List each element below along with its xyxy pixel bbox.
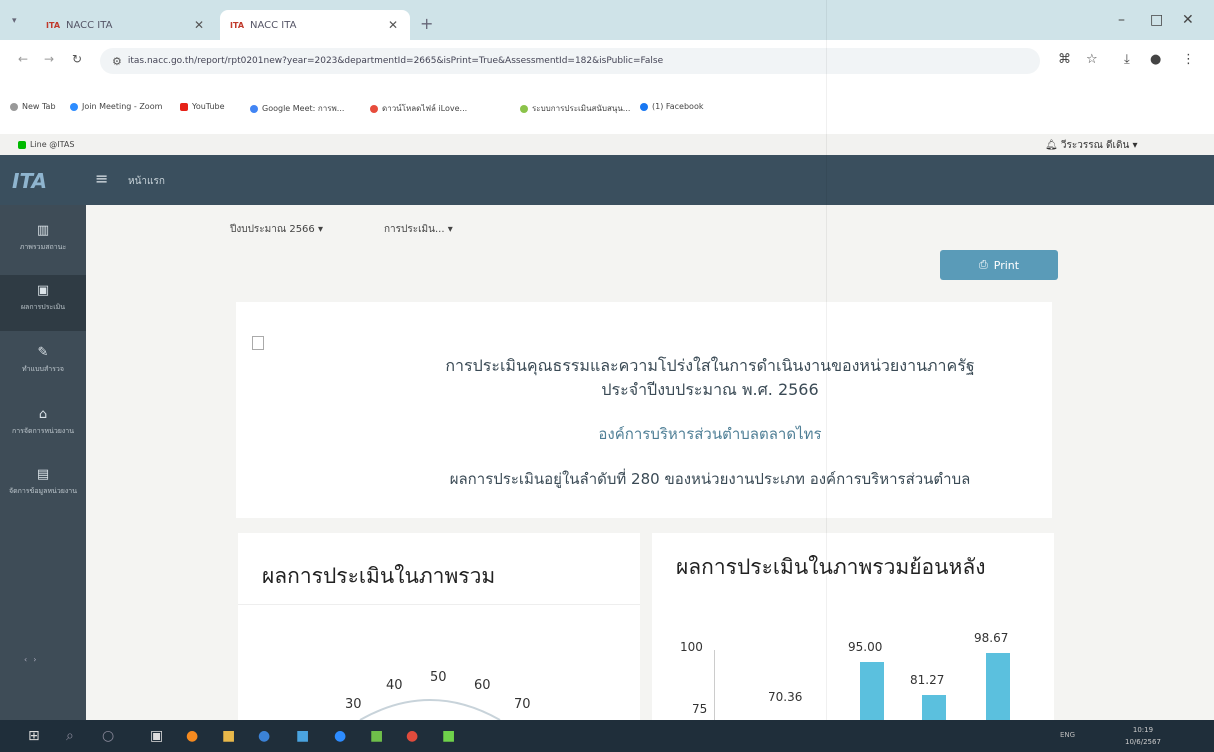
address-bar[interactable]: ⚙ itas.nacc.go.th/report/rpt0201new?year… xyxy=(100,48,1040,74)
close-window-button[interactable]: ✕ xyxy=(1182,12,1194,28)
taskbar: ⊞ ⌕ ○ ▣ ● ■ ● ■ ● ■ ● ■ ENG 10:19 10/6/2… xyxy=(0,720,1214,752)
sidebar-item-overview[interactable]: ▥ ภาพรวมสถานะ xyxy=(0,223,86,253)
chrome-icon[interactable]: ● xyxy=(406,728,418,744)
gauge-tick: 60 xyxy=(474,678,491,693)
gauge-tick: 30 xyxy=(345,697,362,712)
browser-tab-2[interactable]: ITA NACC ITA ✕ xyxy=(220,10,410,40)
line-icon[interactable]: ■ xyxy=(442,728,455,744)
browser-tab-strip: ▾ ITA NACC ITA ✕ ITA NACC ITA ✕ + – □ ✕ xyxy=(0,0,1214,40)
app-header: ITA ≡ หน้าแรก xyxy=(0,155,1214,205)
back-icon[interactable]: ← xyxy=(18,52,28,66)
search-icon[interactable]: ⌕ xyxy=(66,728,74,744)
translate-icon[interactable]: ⌘ xyxy=(1058,52,1071,67)
sidebar-item-survey[interactable]: ✎ ทำแบบสำรวจ xyxy=(0,345,86,375)
tray-language[interactable]: ENG xyxy=(1060,731,1075,739)
app-icon[interactable]: ■ xyxy=(296,728,309,744)
paper-fold xyxy=(826,0,827,720)
history-title: ผลการประเมินในภาพรวมย้อนหลัง xyxy=(676,555,986,579)
windows-start-icon[interactable]: ⊞ xyxy=(28,728,40,744)
chart-bar xyxy=(860,662,884,720)
firefox-icon[interactable]: ● xyxy=(186,728,198,744)
home-icon: ⌂ xyxy=(38,407,48,422)
sidebar-item-results[interactable]: ▣ ผลการประเมิน xyxy=(0,275,86,331)
overall-title: ผลการประเมินในภาพรวม xyxy=(262,564,496,588)
zoom-icon[interactable]: ● xyxy=(334,728,346,744)
ita-favicon-icon: ITA xyxy=(46,20,61,30)
bookmark-item[interactable]: Google Meet: การพ... xyxy=(250,102,344,115)
bookmark-star-icon[interactable]: ☆ xyxy=(1086,52,1098,67)
bar-value-label: 98.67 xyxy=(974,631,1009,646)
site-info-icon[interactable]: ⚙ xyxy=(112,55,122,68)
assessment-select[interactable]: การประเมิน... ▾ xyxy=(384,222,453,237)
bookmarks-bar: New Tab Join Meeting - Zoom YouTube Goog… xyxy=(0,90,1214,134)
report-icon: ▣ xyxy=(36,283,50,298)
profile-icon[interactable]: ● xyxy=(1150,52,1161,67)
reload-icon[interactable]: ↻ xyxy=(72,52,82,66)
new-tab-button[interactable]: + xyxy=(420,14,433,33)
minimize-button[interactable]: – xyxy=(1118,12,1125,28)
bar-value-label: 81.27 xyxy=(910,672,945,687)
folder-icon[interactable]: ■ xyxy=(222,728,235,744)
y-tick-label: 100 xyxy=(680,640,703,654)
sidebar-item-org[interactable]: ⌂ การจัดการหน่วยงาน xyxy=(0,407,86,437)
bar-value-label: 95.00 xyxy=(848,640,883,654)
bell-icon: 🔔︎ xyxy=(1045,140,1061,151)
gauge-arc xyxy=(359,699,501,720)
menu-icon[interactable]: ⋮ xyxy=(1182,52,1195,67)
sidebar-item-data[interactable]: ▤ จัดการข้อมูลหน่วยงาน xyxy=(0,467,86,497)
bookmark-item[interactable]: (1) Facebook xyxy=(640,102,703,111)
user-menu[interactable]: 🔔︎ วีระวรรณ ดีเดิน ▾ xyxy=(1045,138,1138,153)
store-icon[interactable]: ▣ xyxy=(150,728,163,744)
year-select[interactable]: ปีงบประมาณ 2566 ▾ xyxy=(230,222,323,237)
hamburger-icon[interactable]: ≡ xyxy=(95,169,108,188)
tab-title: NACC ITA xyxy=(66,19,113,31)
chart-icon: ▥ xyxy=(36,223,50,238)
print-button[interactable]: ⎙ Print xyxy=(940,250,1058,280)
tab-search-icon[interactable]: ▾ xyxy=(12,16,17,26)
bookmark-item[interactable]: New Tab xyxy=(10,102,56,111)
chart-bar xyxy=(986,653,1010,720)
printer-icon: ⎙ xyxy=(978,258,988,271)
chart-bar xyxy=(922,694,946,720)
gauge-tick: 50 xyxy=(430,670,447,685)
y-tick-label: 75 xyxy=(692,702,708,716)
doc-icon: ▤ xyxy=(36,467,50,482)
browser-toolbar: ← → ↻ ⚙ itas.nacc.go.th/report/rpt0201ne… xyxy=(0,40,1214,90)
ita-favicon-icon: ITA xyxy=(230,20,245,30)
broken-image-icon xyxy=(252,336,264,350)
bar-value-label: 70.36 xyxy=(768,690,803,704)
ita-logo: ITA xyxy=(12,169,48,193)
bookmark-item[interactable]: ดาวน์โหลดไฟล์ iLove... xyxy=(370,102,467,115)
close-tab-icon[interactable]: ✕ xyxy=(194,18,204,32)
bookmark-item[interactable]: YouTube xyxy=(180,102,225,111)
home-link[interactable]: หน้าแรก xyxy=(128,174,165,189)
divider xyxy=(238,604,640,605)
clock[interactable]: 10:19 10/6/2567 xyxy=(1125,724,1161,748)
app-icon[interactable]: ■ xyxy=(370,728,383,744)
maximize-button[interactable]: □ xyxy=(1150,12,1163,28)
forward-icon[interactable]: → xyxy=(44,52,54,66)
browser-tab-1[interactable]: ITA NACC ITA ✕ xyxy=(36,10,216,40)
rank-text: ผลการประเมินอยู่ในลำดับที่ 280 ของหน่วยง… xyxy=(449,470,971,488)
org-name: องค์การบริหารส่วนตำบลตลาดไทร xyxy=(598,425,822,443)
url-text: itas.nacc.go.th/report/rpt0201new?year=2… xyxy=(127,56,664,66)
close-tab-icon[interactable]: ✕ xyxy=(388,18,398,32)
edit-icon: ✎ xyxy=(37,345,49,360)
sidebar: ▥ ภาพรวมสถานะ ▣ ผลการประเมิน ✎ ทำแบบสำรว… xyxy=(0,205,86,720)
bookmark-item[interactable]: ระบบการประเมินสนับสนุน... xyxy=(520,102,630,115)
sidebar-toggle[interactable]: ‹› xyxy=(24,655,42,664)
report-subtitle: ประจำปีงบประมาณ พ.ศ. 2566 xyxy=(601,380,819,399)
tab-title: NACC ITA xyxy=(250,19,297,31)
gauge-tick: 70 xyxy=(514,697,531,712)
edge-icon[interactable]: ● xyxy=(258,728,270,744)
gauge-tick: 40 xyxy=(386,678,403,693)
report-title: การประเมินคุณธรรมและความโปร่งใสในการดำเน… xyxy=(445,356,975,375)
bookmark-line[interactable]: Line @ITAS xyxy=(18,140,74,149)
download-icon[interactable]: ⤓ xyxy=(1124,52,1130,67)
y-axis xyxy=(714,650,715,720)
task-view-icon[interactable]: ○ xyxy=(102,728,114,744)
bookmark-item[interactable]: Join Meeting - Zoom xyxy=(70,102,162,111)
